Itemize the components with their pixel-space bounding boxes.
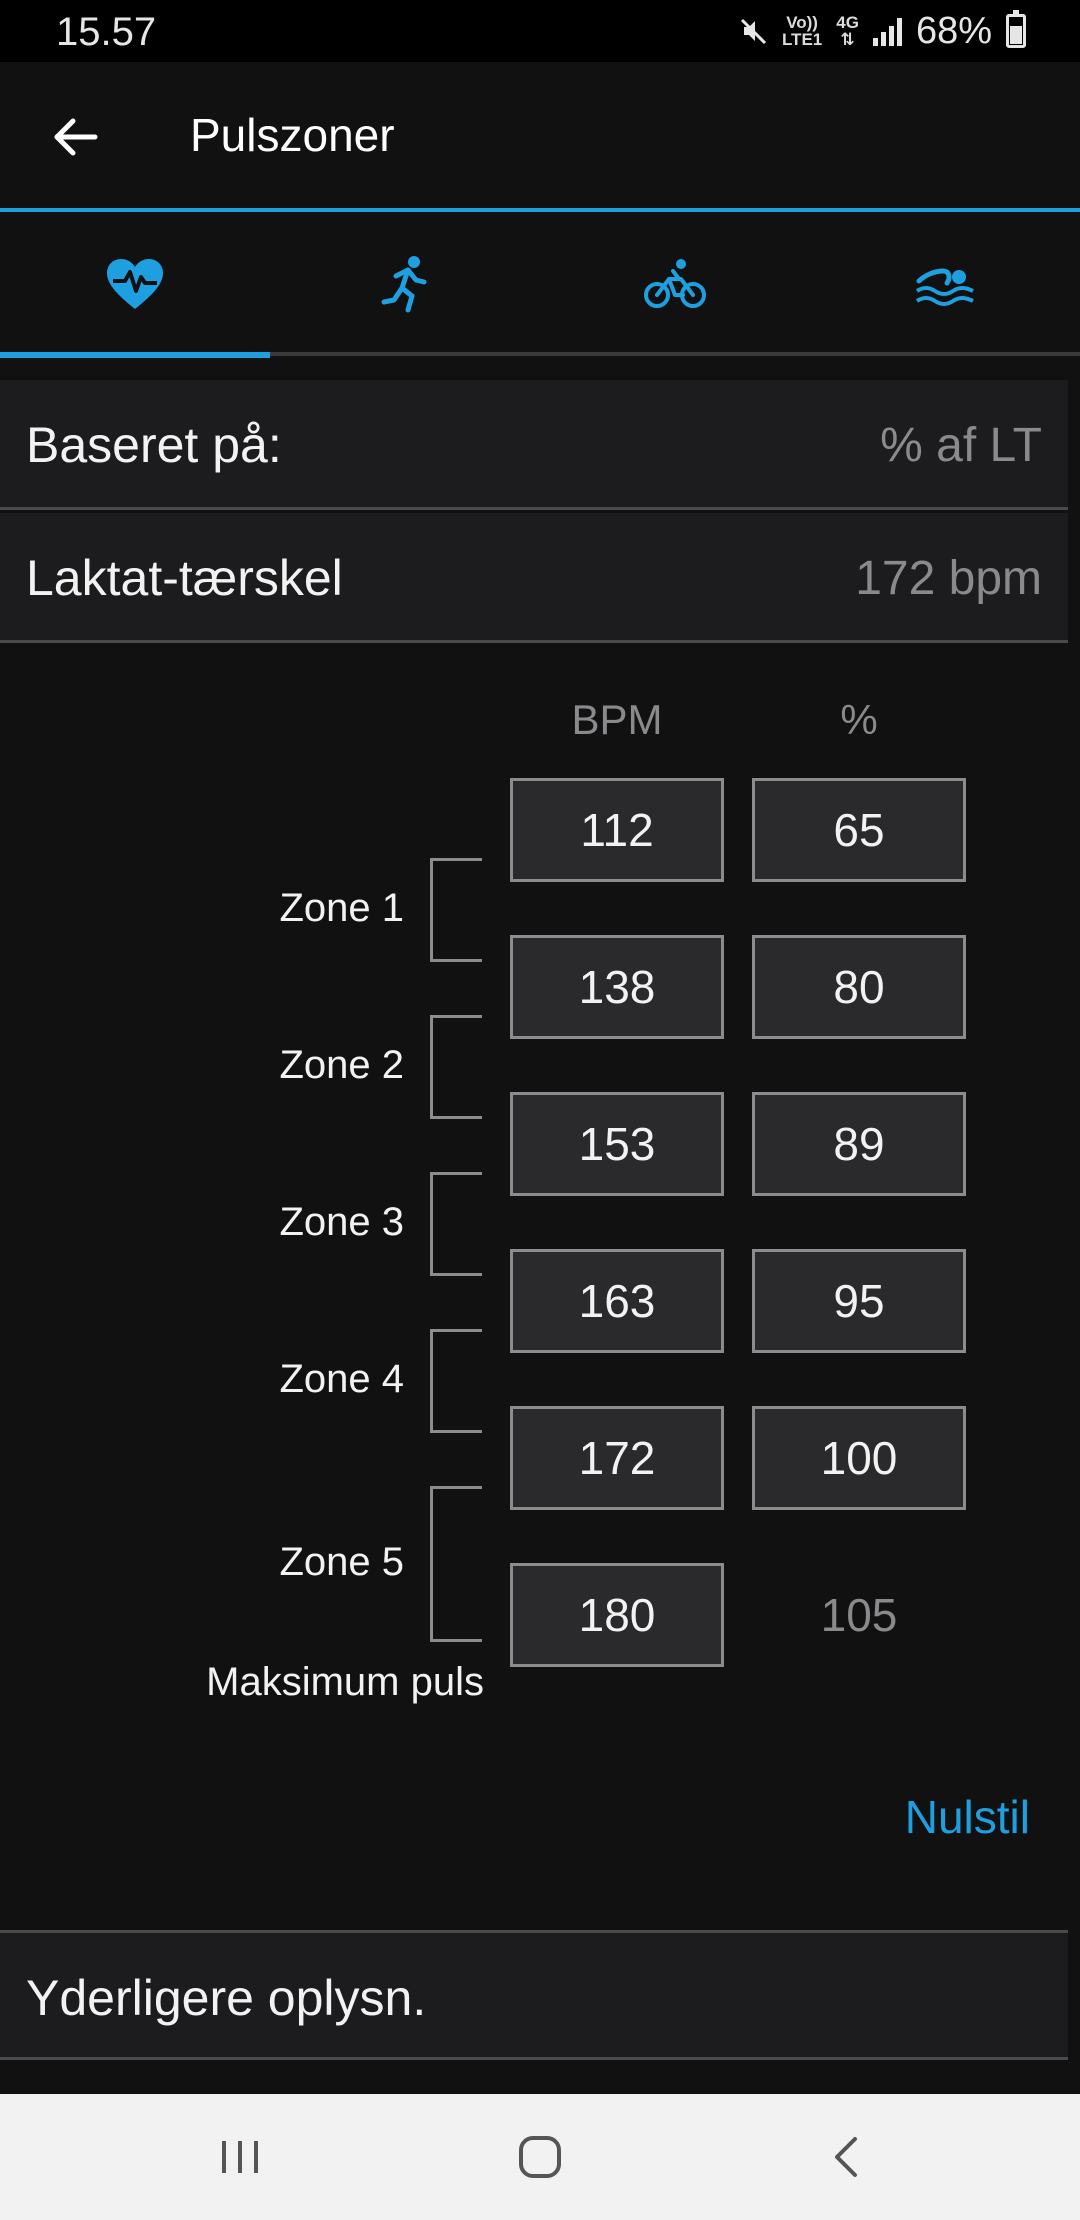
percent-field[interactable]: 89 — [752, 1092, 966, 1196]
battery-percent: 68% — [915, 9, 992, 52]
arrow-left-icon — [54, 118, 98, 156]
bpm-field[interactable]: 163 — [510, 1249, 724, 1353]
network-type: 4G ⇅ — [836, 14, 859, 48]
bpm-column-header: BPM — [571, 696, 663, 743]
zone-label: Zone 4 — [279, 1357, 404, 1401]
volte-text: Vo)) — [786, 13, 818, 32]
tab-cycling[interactable] — [540, 212, 810, 356]
heart-rate-icon — [107, 259, 163, 309]
reset-button[interactable]: Nulstil — [905, 1790, 1030, 1844]
mute-icon — [740, 18, 766, 45]
zone-bracket — [430, 858, 482, 962]
bpm-field[interactable]: 172 — [510, 1406, 724, 1510]
running-icon — [381, 256, 427, 313]
tab-running[interactable] — [270, 212, 540, 356]
back-button[interactable] — [40, 102, 110, 172]
max-percent-value: 105 — [820, 1589, 898, 1641]
percent-field[interactable]: 95 — [752, 1249, 966, 1353]
system-nav-bar — [0, 2094, 1080, 2220]
based-on-value: % af LT — [880, 419, 1042, 472]
more-info-row[interactable]: Yderligere oplysn. — [0, 1930, 1068, 2060]
max-bpm-field[interactable]: 180 — [510, 1563, 724, 1667]
threshold-value: 172 bpm — [855, 552, 1042, 605]
recents-icon — [222, 2141, 258, 2173]
zone-label: Zone 5 — [279, 1540, 404, 1584]
battery-icon — [1006, 10, 1026, 48]
max-heart-rate-label: Maksimum puls — [206, 1660, 484, 1704]
nav-back-button[interactable] — [745, 2094, 945, 2220]
zone-label: Zone 1 — [279, 886, 404, 930]
percent-field[interactable]: 65 — [752, 778, 966, 882]
zone-bracket — [430, 1172, 482, 1276]
based-on-row[interactable]: Baseret på: % af LT — [0, 380, 1068, 510]
cycling-icon — [644, 259, 706, 308]
tab-heart-rate[interactable] — [0, 212, 270, 356]
network-type-text: 4G — [836, 13, 859, 32]
recents-button[interactable] — [140, 2094, 340, 2220]
tab-swimming[interactable] — [810, 212, 1080, 356]
more-info-label: Yderligere oplysn. — [26, 1970, 427, 2026]
lte-text: LTE1 — [781, 30, 823, 49]
zone-bracket — [430, 1486, 482, 1642]
zone-bracket — [430, 1329, 482, 1433]
bpm-field[interactable]: 153 — [510, 1092, 724, 1196]
status-bar: 15.57 Vo)) LTE1 4G ⇅ 68% — [0, 0, 1080, 62]
data-arrows-icon: ⇅ — [840, 30, 855, 49]
signal-icon — [872, 16, 902, 46]
zone-bracket — [430, 1015, 482, 1119]
percent-field[interactable]: 100 — [752, 1406, 966, 1510]
zone-label: Zone 3 — [279, 1200, 404, 1244]
home-button[interactable] — [440, 2094, 640, 2220]
threshold-label: Laktat-tærskel — [26, 550, 343, 606]
bpm-field[interactable]: 112 — [510, 778, 724, 882]
threshold-row[interactable]: Laktat-tærskel 172 bpm — [0, 513, 1068, 643]
status-time: 15.57 — [56, 10, 157, 54]
status-icons: Vo)) LTE1 4G ⇅ 68% — [738, 8, 1026, 54]
page-title: Pulszoner — [190, 109, 395, 161]
home-icon — [519, 2136, 561, 2178]
volte-indicator: Vo)) LTE1 — [782, 14, 822, 48]
zone-label: Zone 2 — [279, 1043, 404, 1087]
based-on-label: Baseret på: — [26, 417, 282, 473]
sport-tabs — [0, 212, 1080, 356]
bpm-field[interactable]: 138 — [510, 935, 724, 1039]
app-bar: Pulszoner — [0, 62, 1080, 212]
percent-column-header: % — [840, 696, 878, 743]
percent-field[interactable]: 80 — [752, 935, 966, 1039]
swimming-icon — [915, 268, 974, 306]
nav-back-icon — [835, 2137, 857, 2177]
tab-selected-indicator — [0, 352, 270, 358]
